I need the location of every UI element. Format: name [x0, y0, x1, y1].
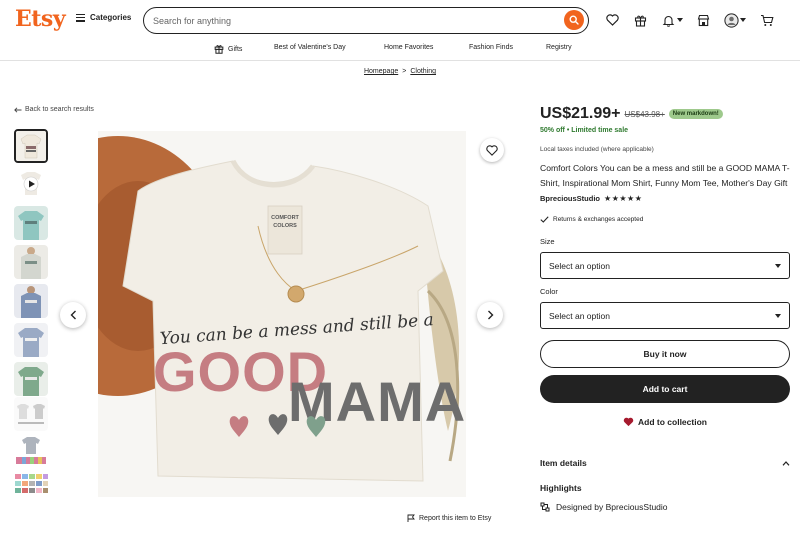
- discount-text: 50% off • Limited time sale: [540, 127, 629, 134]
- header-icons: [604, 12, 775, 28]
- size-select[interactable]: Select an option: [540, 252, 790, 279]
- size-label: Size: [540, 237, 555, 246]
- price: US$21.99+: [540, 105, 621, 122]
- returns-label: Returns & exchanges accepted: [553, 216, 644, 223]
- design-tool-icon: [540, 502, 550, 512]
- thumbnail-9[interactable]: [14, 432, 48, 466]
- add-to-collection-label: Add to collection: [638, 417, 707, 427]
- search-button[interactable]: [564, 10, 584, 30]
- subnav-item-registry[interactable]: Registry: [546, 44, 572, 51]
- taxes-note: Local taxes included (where applicable): [540, 146, 654, 153]
- gift-icon: [214, 45, 224, 54]
- report-label: Report this item to Etsy: [419, 514, 492, 522]
- subnav-item-gifts[interactable]: Gifts: [214, 44, 242, 54]
- report-item-link[interactable]: Report this item to Etsy: [407, 514, 491, 522]
- tag-text: COLORS: [273, 223, 297, 229]
- checkmark-icon: [540, 216, 549, 223]
- add-to-cart-button[interactable]: Add to cart: [540, 375, 790, 403]
- breadcrumb-separator: >: [402, 68, 407, 75]
- rating-stars[interactable]: ★★★★★: [604, 194, 642, 203]
- thumbnail-1[interactable]: [14, 129, 48, 163]
- sub-navigation: Gifts Best of Valentine's Day Home Favor…: [0, 40, 800, 61]
- designed-by-label: Designed by BpreciousStudio: [556, 502, 668, 512]
- cart-icon[interactable]: [759, 12, 775, 28]
- thumbnail-3[interactable]: [14, 206, 48, 240]
- breadcrumb-clothing[interactable]: Clothing: [410, 68, 436, 75]
- breadcrumb-homepage[interactable]: Homepage: [364, 68, 398, 75]
- heart-outline-icon: [486, 144, 498, 156]
- subnav-label: Gifts: [228, 45, 243, 53]
- item-details-toggle[interactable]: Item details: [540, 458, 790, 468]
- shirt-illustration: COMFORT COLORS You can be a mess and sti…: [98, 131, 466, 497]
- account-avatar-icon[interactable]: [723, 12, 739, 28]
- subnav-item-fashion-finds[interactable]: Fashion Finds: [469, 44, 513, 51]
- product-image[interactable]: COMFORT COLORS You can be a mess and sti…: [98, 131, 466, 497]
- caret-down-icon: [775, 313, 781, 318]
- thumbnail-7[interactable]: [14, 362, 48, 396]
- favorites-icon[interactable]: [604, 12, 620, 28]
- add-to-collection-button[interactable]: Add to collection: [540, 417, 790, 427]
- thumbnail-8[interactable]: [14, 397, 48, 431]
- chevron-down-icon[interactable]: [739, 12, 747, 28]
- search-bar: [143, 7, 589, 34]
- thumbnail-10[interactable]: [14, 470, 48, 498]
- thumbnail-5[interactable]: [14, 284, 48, 318]
- item-details-label: Item details: [540, 458, 587, 468]
- heart-filled-icon: [623, 417, 634, 427]
- gift-icon[interactable]: [632, 12, 648, 28]
- thumbnail-6[interactable]: [14, 323, 48, 357]
- shop-name-link[interactable]: BpreciousStudio: [540, 194, 600, 203]
- breadcrumb: Homepage > Clothing: [0, 68, 800, 75]
- notifications-icon[interactable]: [660, 12, 676, 28]
- thumbnail-video[interactable]: [14, 167, 48, 201]
- categories-label: Categories: [90, 13, 132, 22]
- chevron-down-icon[interactable]: [676, 12, 684, 28]
- markdown-badge: New markdown!: [668, 109, 723, 119]
- previous-image-button[interactable]: [60, 302, 86, 328]
- chevron-up-icon: [782, 460, 790, 466]
- designed-by-row: Designed by BpreciousStudio: [540, 502, 790, 512]
- color-label: Color: [540, 287, 558, 296]
- shop-icon[interactable]: [695, 12, 711, 28]
- listing-title: Comfort Colors You can be a mess and sti…: [540, 163, 790, 188]
- search-input[interactable]: [144, 15, 544, 26]
- chevron-right-icon: [487, 310, 493, 320]
- caret-down-icon: [775, 263, 781, 268]
- buy-it-now-button[interactable]: Buy it now: [540, 340, 790, 368]
- next-image-button[interactable]: [477, 302, 503, 328]
- original-price: US$43.98+: [624, 109, 665, 119]
- categories-button[interactable]: Categories: [76, 13, 131, 22]
- header: Etsy Categories: [0, 0, 800, 40]
- listing-details: US$21.99+ US$43.98+ New markdown! 50% of…: [540, 105, 790, 512]
- arrow-left-icon: [14, 106, 22, 113]
- highlights-heading: Highlights: [540, 483, 582, 493]
- favorite-button[interactable]: [480, 138, 504, 162]
- returns-policy: Returns & exchanges accepted: [540, 216, 790, 223]
- subnav-item-valentines[interactable]: Best of Valentine's Day: [274, 44, 346, 51]
- color-select[interactable]: Select an option: [540, 302, 790, 329]
- color-select-value: Select an option: [549, 310, 610, 321]
- menu-icon: [76, 13, 85, 22]
- subnav-item-home-favorites[interactable]: Home Favorites: [384, 44, 433, 51]
- chevron-left-icon: [70, 310, 76, 320]
- thumbnail-4[interactable]: [14, 245, 48, 279]
- search-icon: [569, 15, 579, 25]
- flag-icon: [407, 514, 415, 522]
- size-select-value: Select an option: [549, 260, 610, 271]
- back-label: Back to search results: [25, 106, 94, 113]
- back-to-search-link[interactable]: Back to search results: [14, 106, 94, 113]
- shop-row: BpreciousStudio ★★★★★: [540, 194, 790, 203]
- price-row: US$21.99+ US$43.98+ New markdown!: [540, 105, 790, 123]
- tag-text: COMFORT: [271, 215, 299, 221]
- etsy-logo[interactable]: Etsy: [15, 6, 66, 32]
